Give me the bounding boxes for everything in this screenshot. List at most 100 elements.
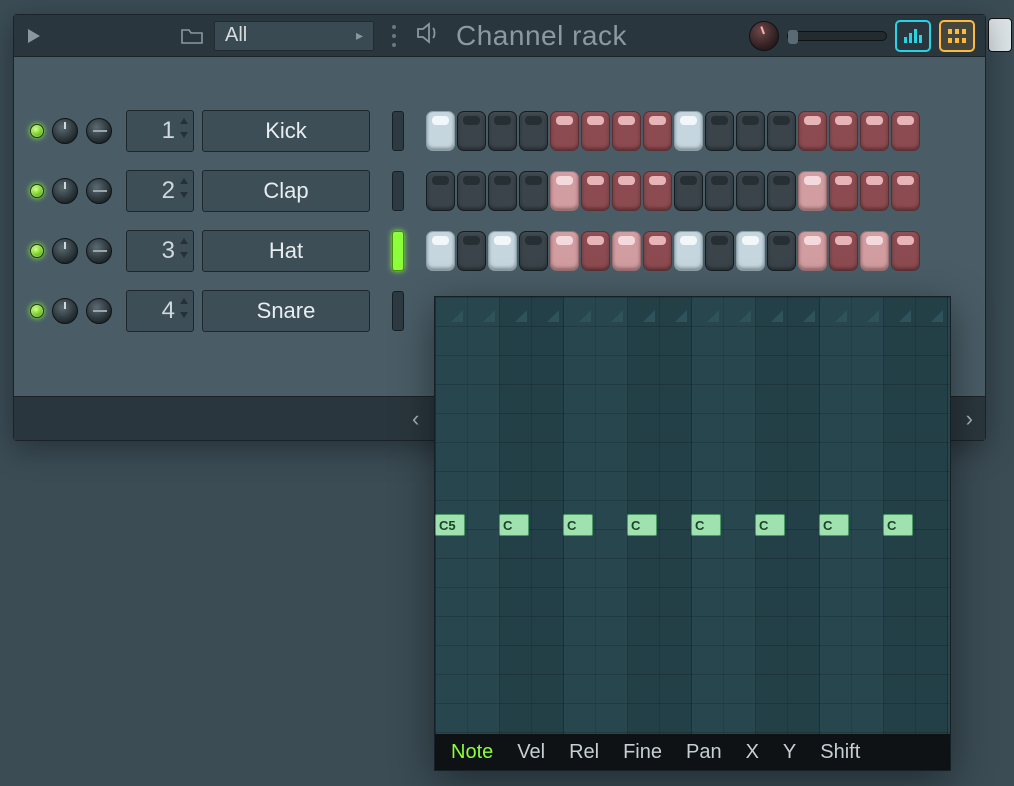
step-view-toggle[interactable] [939, 20, 975, 52]
volume-knob[interactable] [86, 298, 112, 324]
editor-tab-vel[interactable]: Vel [507, 738, 555, 767]
channel-select-indicator[interactable] [392, 111, 404, 151]
step-button[interactable] [612, 231, 641, 271]
step-button[interactable] [612, 171, 641, 211]
editor-tab-pan[interactable]: Pan [676, 738, 732, 767]
channel-number-field[interactable]: 2 [126, 170, 194, 212]
graph-editor-grid[interactable]: C5CCCCCCC [435, 297, 950, 734]
step-marker[interactable] [563, 297, 595, 326]
step-marker[interactable] [435, 297, 467, 326]
step-marker[interactable] [595, 297, 627, 326]
step-button[interactable] [426, 111, 455, 151]
channel-number-field[interactable]: 4 [126, 290, 194, 332]
scroll-right-icon[interactable]: › [966, 406, 973, 432]
channel-filter-dropdown[interactable]: All ▸ [214, 21, 374, 51]
volume-knob[interactable] [86, 118, 112, 144]
step-button[interactable] [550, 231, 579, 271]
pan-knob[interactable] [52, 298, 78, 324]
note-block[interactable]: C [563, 514, 593, 536]
step-button[interactable] [643, 111, 672, 151]
step-button[interactable] [426, 171, 455, 211]
channel-name-button[interactable]: Kick [202, 110, 370, 152]
step-button[interactable] [581, 231, 610, 271]
pan-knob[interactable] [52, 178, 78, 204]
channel-select-indicator[interactable] [392, 171, 404, 211]
step-marker[interactable] [531, 297, 563, 326]
swing-knob[interactable] [749, 21, 779, 51]
step-button[interactable] [736, 171, 765, 211]
step-button[interactable] [488, 231, 517, 271]
step-button[interactable] [767, 111, 796, 151]
editor-tab-note[interactable]: Note [441, 738, 503, 767]
step-button[interactable] [457, 231, 486, 271]
step-button[interactable] [767, 231, 796, 271]
step-button[interactable] [488, 111, 517, 151]
channel-number-field[interactable]: 3 [126, 230, 194, 272]
volume-knob[interactable] [86, 178, 112, 204]
step-marker[interactable] [723, 297, 755, 326]
step-button[interactable] [581, 171, 610, 211]
step-marker[interactable] [755, 297, 787, 326]
step-button[interactable] [860, 111, 889, 151]
step-button[interactable] [705, 231, 734, 271]
step-button[interactable] [860, 231, 889, 271]
note-block[interactable]: C5 [435, 514, 465, 536]
step-button[interactable] [736, 111, 765, 151]
step-button[interactable] [519, 171, 548, 211]
editor-tab-x[interactable]: X [736, 738, 769, 767]
pan-knob[interactable] [52, 118, 78, 144]
step-button[interactable] [674, 171, 703, 211]
step-button[interactable] [643, 171, 672, 211]
scroll-left-icon[interactable]: ‹ [412, 406, 419, 432]
step-button[interactable] [674, 231, 703, 271]
step-button[interactable] [891, 231, 920, 271]
step-button[interactable] [705, 171, 734, 211]
note-block[interactable]: C [499, 514, 529, 536]
channel-enable-led[interactable] [30, 184, 44, 198]
step-button[interactable] [457, 111, 486, 151]
channel-select-indicator[interactable] [392, 291, 404, 331]
folder-icon[interactable] [180, 24, 204, 48]
editor-tab-fine[interactable]: Fine [613, 738, 672, 767]
speaker-icon[interactable] [416, 22, 442, 49]
note-block[interactable]: C [883, 514, 913, 536]
step-button[interactable] [860, 171, 889, 211]
step-button[interactable] [705, 111, 734, 151]
step-button[interactable] [829, 231, 858, 271]
step-button[interactable] [798, 111, 827, 151]
play-icon[interactable] [22, 24, 46, 48]
step-button[interactable] [519, 231, 548, 271]
step-button[interactable] [612, 111, 641, 151]
step-marker[interactable] [659, 297, 691, 326]
note-block[interactable]: C [819, 514, 849, 536]
step-marker[interactable] [627, 297, 659, 326]
step-marker[interactable] [915, 297, 947, 326]
channel-name-button[interactable]: Snare [202, 290, 370, 332]
pan-knob[interactable] [52, 238, 78, 264]
step-button[interactable] [426, 231, 455, 271]
channel-name-button[interactable]: Clap [202, 170, 370, 212]
step-button[interactable] [829, 171, 858, 211]
step-button[interactable] [581, 111, 610, 151]
step-button[interactable] [829, 111, 858, 151]
note-block[interactable]: C [627, 514, 657, 536]
volume-knob[interactable] [86, 238, 112, 264]
step-button[interactable] [891, 111, 920, 151]
channel-name-button[interactable]: Hat [202, 230, 370, 272]
step-button[interactable] [519, 111, 548, 151]
swing-slider[interactable] [787, 31, 887, 41]
note-block[interactable]: C [755, 514, 785, 536]
editor-tab-shift[interactable]: Shift [810, 738, 870, 767]
graph-view-toggle[interactable] [895, 20, 931, 52]
step-button[interactable] [674, 111, 703, 151]
step-marker[interactable] [883, 297, 915, 326]
step-button[interactable] [550, 111, 579, 151]
step-button[interactable] [643, 231, 672, 271]
channel-enable-led[interactable] [30, 304, 44, 318]
step-button[interactable] [736, 231, 765, 271]
channel-select-indicator[interactable] [392, 231, 404, 271]
step-button[interactable] [798, 171, 827, 211]
step-button[interactable] [457, 171, 486, 211]
step-button[interactable] [550, 171, 579, 211]
step-marker[interactable] [787, 297, 819, 326]
